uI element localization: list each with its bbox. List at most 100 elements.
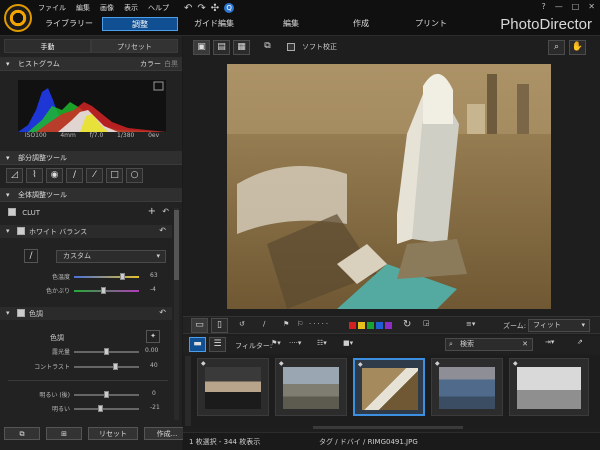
tab-presets[interactable]: プリセット bbox=[91, 39, 178, 53]
filter-list-icon[interactable]: ☷▾ bbox=[317, 339, 327, 347]
auto-tone-icon[interactable]: ✦ bbox=[146, 330, 160, 343]
flag-icon[interactable]: ⚑ bbox=[283, 320, 289, 328]
grid-view-icon[interactable]: ▦ bbox=[233, 40, 250, 55]
menu-view[interactable]: 表示 bbox=[124, 3, 138, 13]
eyedropper-icon[interactable]: ∕ bbox=[263, 320, 265, 328]
contrast-slider[interactable] bbox=[74, 363, 139, 370]
copy-settings-icon[interactable]: ⊞ bbox=[46, 427, 82, 440]
rotate-left-icon[interactable]: ↺ bbox=[239, 320, 245, 328]
zoom-tool-icon[interactable]: ⌕ bbox=[548, 40, 565, 55]
tab-library[interactable]: ライブラリー bbox=[36, 17, 102, 31]
list-view-icon[interactable]: ☰ bbox=[209, 337, 226, 352]
gradient-mask-icon[interactable]: ⁄ bbox=[86, 168, 103, 183]
reset-icon[interactable]: ↶ bbox=[159, 308, 166, 317]
exposure-slider[interactable] bbox=[74, 348, 139, 355]
spot-removal-icon[interactable]: ⌇ bbox=[26, 168, 43, 183]
blue-label-swatch[interactable] bbox=[376, 322, 383, 329]
tab-create[interactable]: 作成 bbox=[326, 17, 396, 31]
crop-tool-icon[interactable]: ◿ bbox=[6, 168, 23, 183]
help-icon[interactable]: ? bbox=[541, 2, 545, 11]
reset-icon[interactable]: ↶ bbox=[159, 226, 166, 235]
hand-tool-icon[interactable]: ✋ bbox=[569, 40, 586, 55]
temperature-slider-knob[interactable] bbox=[119, 273, 125, 280]
filter-color-icon[interactable]: ■▾ bbox=[343, 339, 353, 347]
close-icon[interactable]: ✕ bbox=[588, 2, 595, 11]
exposure-slider-knob[interactable] bbox=[104, 348, 109, 355]
thumbnail[interactable]: ◆ bbox=[431, 358, 503, 416]
tab-print[interactable]: プリント bbox=[396, 17, 466, 31]
menu-edit[interactable]: 編集 bbox=[76, 3, 90, 13]
clear-search-icon[interactable]: ✕ bbox=[522, 339, 528, 350]
histogram-color-toggle[interactable]: カラー bbox=[140, 57, 161, 71]
tint-slider[interactable] bbox=[74, 287, 139, 294]
white-balance-header[interactable]: ▾ ホワイト バランス ↶ bbox=[0, 225, 172, 238]
maximize-icon[interactable]: □ bbox=[572, 2, 580, 11]
brightness-slider-knob[interactable] bbox=[98, 405, 103, 412]
thumbnail-selected[interactable]: ◆ bbox=[353, 358, 425, 416]
tab-manual[interactable]: 手動 bbox=[4, 39, 91, 53]
filmstrip-scroll-left[interactable] bbox=[185, 356, 191, 426]
add-icon[interactable]: + bbox=[148, 206, 156, 217]
thumbnail[interactable]: ◆ bbox=[509, 358, 589, 416]
sort-icon[interactable]: ≡▾ bbox=[466, 320, 475, 328]
reset-button[interactable]: リセット bbox=[88, 427, 138, 440]
brightness-slider[interactable] bbox=[74, 405, 139, 412]
white-balance-preset-select[interactable]: カスタム ▾ bbox=[56, 250, 166, 263]
thumbnail[interactable]: ◆ bbox=[197, 358, 269, 416]
filmstrip-view-icon[interactable]: ▬ bbox=[189, 337, 206, 352]
redo-icon[interactable]: ↷ bbox=[197, 3, 205, 14]
tint-slider-knob[interactable] bbox=[101, 287, 106, 294]
global-tools-header[interactable]: ▾ 全体調整ツール bbox=[0, 188, 182, 202]
search-input[interactable]: ⌕ 検索 ✕ bbox=[445, 338, 533, 351]
brush-icon[interactable]: ∕ bbox=[66, 168, 83, 183]
import-icon[interactable]: ⇥▾ bbox=[545, 338, 554, 346]
zoom-select[interactable]: フィット ▾ bbox=[528, 319, 590, 332]
temperature-slider[interactable] bbox=[74, 273, 139, 280]
single-view-icon[interactable]: ▣ bbox=[193, 40, 210, 55]
soft-proof-checkbox[interactable] bbox=[287, 43, 295, 51]
filter-flags-icon[interactable]: ⚑▾ bbox=[271, 339, 281, 347]
panel-scrollbar[interactable] bbox=[174, 208, 179, 420]
menu-help[interactable]: ヘルプ bbox=[148, 3, 169, 13]
green-label-swatch[interactable] bbox=[367, 322, 374, 329]
reject-icon[interactable]: ⚐ bbox=[297, 320, 303, 328]
yellow-label-swatch[interactable] bbox=[358, 322, 365, 329]
histogram-mono-toggle[interactable]: 白黒 bbox=[164, 57, 178, 71]
crop-frame-icon[interactable]: ◲ bbox=[423, 319, 430, 327]
export-icon[interactable]: ⇗ bbox=[577, 338, 583, 346]
compare-icon[interactable]: ⧉ bbox=[4, 427, 40, 440]
local-tools-header[interactable]: ▾ 部分調整ツール bbox=[0, 151, 182, 165]
red-label-swatch[interactable] bbox=[349, 322, 356, 329]
thumbnail[interactable]: ◆ bbox=[275, 358, 347, 416]
undo-icon[interactable]: ↶ bbox=[184, 3, 192, 14]
tab-edit[interactable]: 編集 bbox=[256, 17, 326, 31]
compare-view-icon[interactable]: ▤ bbox=[213, 40, 230, 55]
filter-rating-icon[interactable]: ····▾ bbox=[289, 339, 301, 347]
white-balance-checkbox[interactable] bbox=[17, 227, 25, 235]
radial-filter-icon[interactable]: ○ bbox=[126, 168, 143, 183]
clut-checkbox[interactable] bbox=[8, 208, 16, 216]
update-icon[interactable]: Q bbox=[224, 3, 235, 13]
second-display-icon[interactable]: ⧉ bbox=[259, 40, 276, 55]
tone-checkbox[interactable] bbox=[17, 309, 25, 317]
rating-stars[interactable]: ····· bbox=[309, 320, 330, 328]
eyedropper-icon[interactable]: ∕ bbox=[24, 249, 38, 263]
contrast-slider-knob[interactable] bbox=[113, 363, 118, 370]
red-eye-icon[interactable]: ◉ bbox=[46, 168, 63, 183]
settings-icon[interactable]: ✣ bbox=[211, 3, 219, 14]
menu-file[interactable]: ファイル bbox=[38, 3, 66, 13]
fit-view-icon[interactable]: ▭ bbox=[191, 318, 208, 333]
tab-guided-edit[interactable]: ガイド編集 bbox=[182, 17, 246, 31]
scrollbar-thumb[interactable] bbox=[174, 210, 179, 280]
histogram-header[interactable]: ヒストグラム ▾ カラー 白黒 bbox=[0, 57, 182, 71]
menu-image[interactable]: 画像 bbox=[100, 3, 114, 13]
tone-header[interactable]: ▾ 色調 ↶ bbox=[0, 307, 172, 320]
minimize-icon[interactable]: — bbox=[555, 2, 563, 11]
filmstrip-scrollbar[interactable] bbox=[313, 426, 463, 429]
square-select-icon[interactable]: □ bbox=[106, 168, 123, 183]
purple-label-swatch[interactable] bbox=[385, 322, 392, 329]
reset-icon[interactable]: ↶ bbox=[162, 207, 169, 216]
highlights-slider-knob[interactable] bbox=[104, 391, 109, 398]
tab-adjust[interactable]: 調整 bbox=[102, 17, 178, 31]
highlights-slider[interactable] bbox=[74, 391, 139, 398]
